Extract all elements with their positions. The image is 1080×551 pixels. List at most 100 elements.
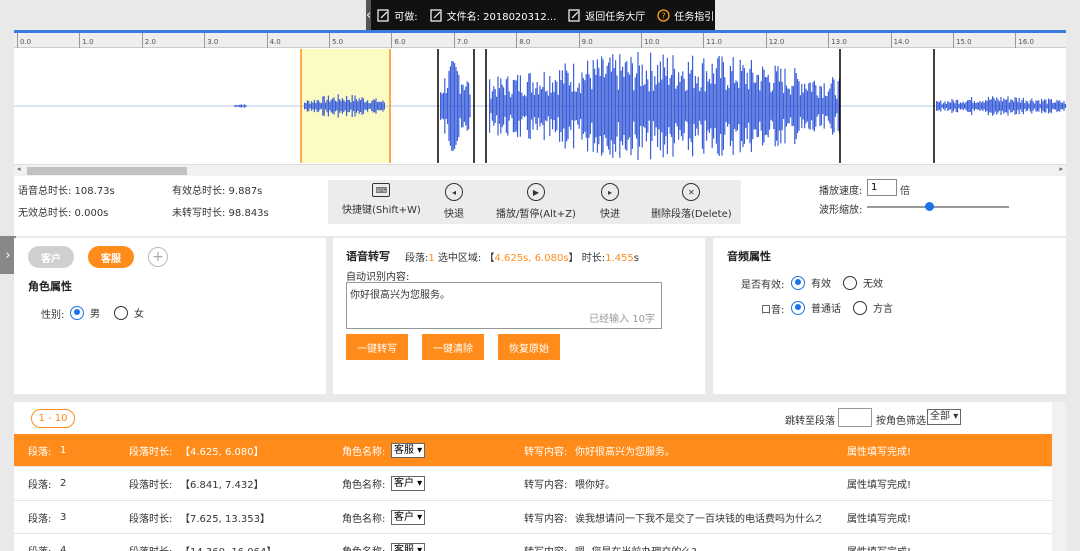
speed-label: 播放速度: [819, 186, 863, 197]
seg-num: 4 [60, 545, 67, 551]
seg-content: 诶我想请问一下我不是交了一百块钱的电话费吗为什么才 [575, 513, 821, 525]
filename-button[interactable]: 文件名: 2018020312... [429, 8, 556, 23]
todo-label: 可做: [394, 11, 418, 23]
return-icon [568, 8, 580, 22]
forward-button[interactable]: ▸ 快进 [600, 183, 620, 220]
gender-male-label: 男 [90, 309, 100, 320]
plus-icon: + [152, 249, 164, 265]
audio-attr-title: 音频属性 [727, 250, 771, 263]
gender-female-option[interactable]: 女 [114, 305, 144, 320]
file-edit-icon [429, 8, 442, 22]
role-select[interactable]: 客户 ▾ [391, 509, 426, 525]
add-role-button[interactable]: + [148, 247, 168, 267]
dur-unit: s [633, 253, 639, 264]
radio-mandarin[interactable] [791, 300, 805, 315]
zoom-slider[interactable] [867, 202, 1009, 211]
valid-no-option[interactable]: 无效 [843, 275, 883, 290]
seg-content: 嗯, 您是在当前办理交的么? [575, 543, 821, 551]
chevron-left-icon: ‹ [366, 7, 372, 23]
scrollbar-thumb[interactable] [27, 167, 187, 175]
role-pill-agent[interactable]: 客服 [88, 246, 134, 268]
speed-input[interactable] [867, 179, 897, 196]
keyboard-icon: ⌨ [372, 183, 391, 197]
seg-num: 3 [60, 511, 67, 523]
accent-mandarin-option[interactable]: 普通话 [791, 300, 841, 315]
waveform-svg [14, 49, 1066, 163]
seg-content: 你好很高兴为您服务。 [575, 446, 675, 458]
char-count: 已经输入 10字 [589, 314, 655, 325]
total-duration: 语音总时长: 108.73s [18, 186, 115, 197]
jump-input[interactable] [838, 408, 872, 427]
seg-dur: 【14.360, 16.064】 [180, 543, 276, 551]
radio-valid[interactable] [791, 275, 805, 290]
seg-label: 段落: [28, 513, 52, 525]
gender-male-option[interactable]: 男 [70, 305, 100, 320]
clear-all-button[interactable]: 一键清除 [422, 334, 484, 360]
play-pause-button[interactable]: ▶ 播放/暂停(Alt+Z) [496, 183, 576, 220]
ruler-tick: 1.0 [79, 33, 94, 48]
restore-original-button[interactable]: 恢复原始 [498, 334, 560, 360]
filter-value: 全部 [930, 411, 950, 422]
seg-prefix: 段落: [405, 253, 429, 264]
shortcut-button[interactable]: ⌨ 快捷键(Shift+W) [342, 183, 421, 216]
accent-dialect-label: 方言 [873, 304, 893, 315]
ruler-tick: 14.0 [890, 33, 909, 48]
valid-duration: 有效总时长: 9.887s [172, 186, 263, 197]
transcription-textarea[interactable]: 你好很高兴为您服务。 已经输入 10字 [346, 282, 662, 329]
waveform-canvas[interactable] [14, 49, 1066, 163]
rewind-button[interactable]: ◂ 快退 [444, 183, 464, 220]
table-row[interactable]: 段落: 2 段落时长: 【6.841, 7.432】 角色名称: 转写内容: 喂你好。 属性填… [14, 468, 1052, 501]
valid-yes-option[interactable]: 有效 [791, 275, 831, 290]
valid-no-label: 无效 [863, 279, 883, 290]
role-filter-select[interactable]: 全部 ▾ [927, 409, 962, 425]
seg-label: 段落: [28, 446, 52, 458]
zoom-slider-knob[interactable] [925, 202, 935, 211]
seg-status: 属性填写完成! [847, 513, 912, 525]
region-open: 【 [484, 253, 495, 264]
return-hall-button[interactable]: 返回任务大厅 [568, 8, 645, 23]
content-label: 转写内容: [524, 513, 568, 525]
info-controls-row: 语音总时长: 108.73s 有效总时长: 9.887s 无效总时长: 0.00… [14, 176, 1066, 236]
list-scrollbar[interactable] [1052, 402, 1066, 551]
chevron-right-icon: › [5, 247, 11, 263]
transcription-title: 语音转写 [346, 250, 390, 263]
task-guide-button[interactable]: ? 任务指引 [657, 8, 714, 23]
delete-segment-button[interactable]: ✕ 删除段落(Delete) [651, 183, 732, 220]
auto-transcribe-button[interactable]: 一键转写 [346, 334, 408, 360]
gender-label: 性别: [41, 310, 65, 321]
waveform-scrollbar[interactable]: ◂ ▸ [14, 164, 1066, 176]
table-row[interactable]: 段落: 1 段落时长: 【4.625, 6.080】 角色名称: 转写内容: 你好很高兴为您… [14, 434, 1052, 467]
accent-dialect-option[interactable]: 方言 [853, 300, 893, 315]
scroll-right-arrow[interactable]: ▸ [1059, 165, 1063, 173]
radio-female[interactable] [114, 305, 128, 320]
play-pause-label: 播放/暂停(Alt+Z) [496, 209, 576, 220]
scroll-left-arrow[interactable]: ◂ [17, 165, 21, 173]
forward-label: 快进 [600, 209, 620, 220]
content-label: 转写内容: [524, 543, 567, 551]
role-pill-customer[interactable]: 客户 [28, 246, 74, 268]
todo-button[interactable]: 可做: [377, 8, 418, 23]
region-close: 】 [568, 253, 579, 264]
radio-invalid[interactable] [843, 275, 857, 290]
table-row[interactable]: 段落: 3 段落时长: 【7.625, 13.353】 角色名称: 转写内容: 诶我想请问一… [14, 501, 1052, 534]
seg-num: 1 [428, 253, 435, 264]
segment-info: 段落:1 选中区域: 【4.625s, 6.080s】 时长:1.455s [405, 249, 639, 264]
role-select[interactable]: 客服 ▾ [391, 543, 426, 551]
seg-num: 2 [60, 478, 67, 489]
radio-male[interactable] [70, 305, 84, 320]
table-row[interactable]: 段落: 4 段落时长: 【14.360, 16.064】 角色名称: 转写内容: 嗯, 您是… [14, 535, 1052, 551]
collapse-toolbar-button[interactable]: ‹ [366, 0, 372, 30]
rewind-label: 快退 [444, 209, 464, 220]
transcription-text: 你好很高兴为您服务。 [350, 290, 450, 301]
region-prefix: 选中区域: [437, 253, 482, 264]
pager-badge[interactable]: 1 - 10 [31, 409, 75, 428]
ruler-tick: 4.0 [266, 33, 281, 48]
seg-status: 属性填写完成! [847, 543, 911, 551]
radio-dialect[interactable] [853, 300, 867, 315]
role-select[interactable]: 客户 ▾ [391, 476, 426, 491]
dur-label: 段落时长: [129, 446, 173, 458]
ruler-tick: 11.0 [703, 33, 722, 48]
role-select[interactable]: 客服 ▾ [391, 442, 426, 458]
jump-label: 跳转至段落 [785, 416, 835, 427]
dur-value: 1.455 [605, 253, 634, 264]
